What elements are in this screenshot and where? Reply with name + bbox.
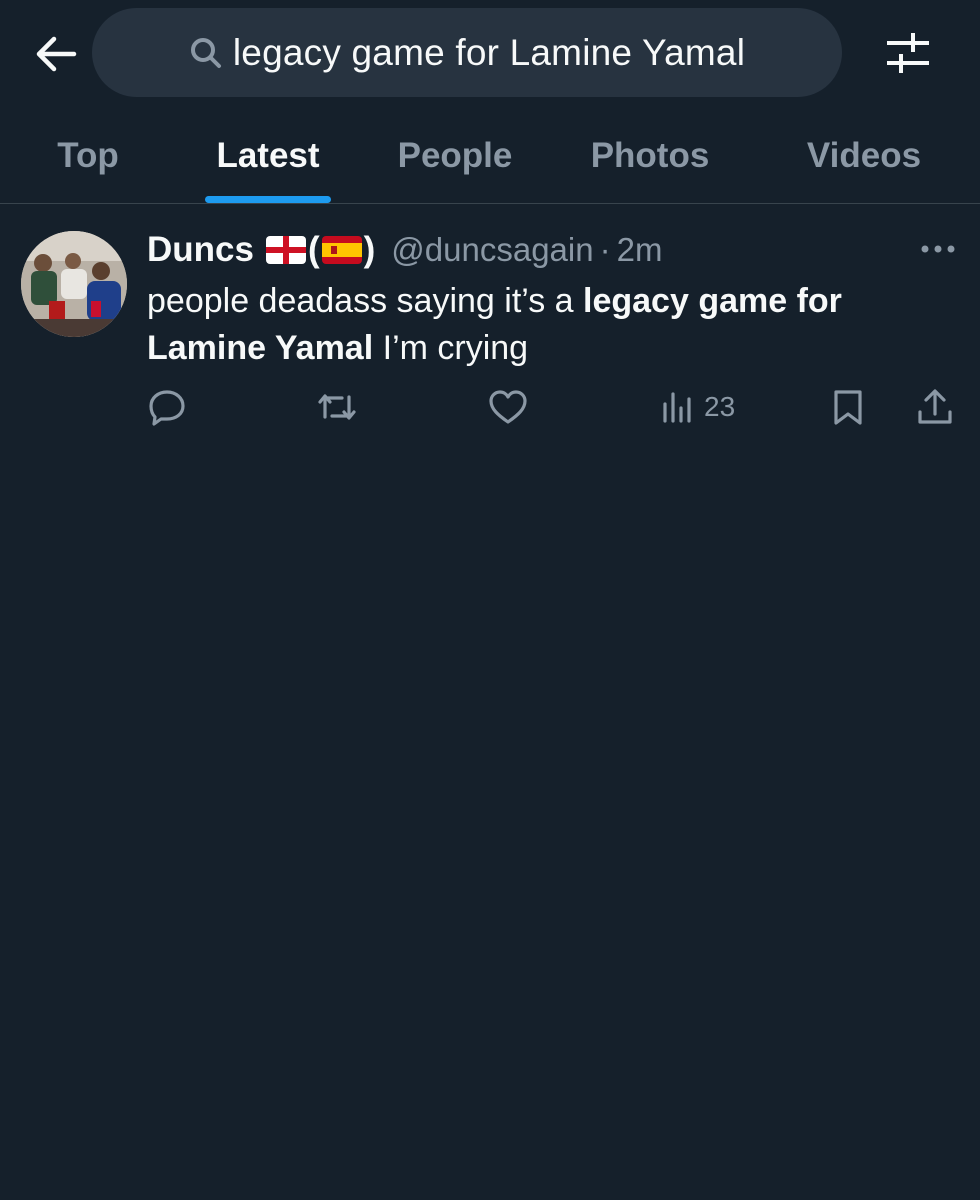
paren-close: ) — [363, 230, 376, 269]
tab-label: Top — [57, 135, 119, 175]
reply-icon — [149, 390, 185, 426]
more-button[interactable] — [918, 234, 958, 264]
analytics-icon — [663, 392, 691, 423]
heart-icon — [489, 390, 527, 424]
spain-flag-icon — [321, 236, 362, 264]
retweet-button[interactable] — [316, 382, 358, 432]
england-flag-icon — [265, 236, 306, 264]
retweet-icon — [318, 394, 356, 420]
tab-people[interactable]: People — [385, 108, 525, 203]
tweet-time[interactable]: 2m — [617, 231, 663, 269]
tweet-text-before: people deadass saying it’s a — [147, 282, 584, 320]
search-query: legacy game for Lamine Yamal — [232, 31, 746, 73]
tweet-text: people deadass saying it’s a legacy game… — [147, 278, 947, 372]
tab-label: Photos — [590, 135, 710, 175]
tweet-actions: 23 — [0, 382, 980, 432]
share-icon — [918, 389, 952, 424]
tab-videos[interactable]: Videos — [790, 108, 938, 203]
share-button[interactable] — [916, 382, 954, 432]
back-button[interactable] — [30, 30, 82, 78]
more-horizontal-icon — [921, 245, 955, 253]
search-header: legacy game for Lamine Yamal — [0, 0, 980, 108]
tab-label: Latest — [216, 135, 320, 175]
search-icon — [189, 35, 225, 71]
display-name[interactable]: Duncs — [147, 230, 254, 270]
tab-photos[interactable]: Photos — [575, 108, 725, 203]
name-emoji: ( ) — [265, 230, 377, 270]
app: legacy game for Lamine Yamal Top Latest … — [0, 0, 980, 1200]
bookmark-button[interactable] — [832, 382, 864, 432]
tab-label: Videos — [806, 135, 922, 175]
avatar[interactable] — [21, 231, 127, 337]
tab-label: People — [397, 135, 513, 175]
bookmark-icon — [834, 390, 862, 425]
views-button[interactable]: 23 — [660, 382, 735, 432]
tweet[interactable]: Duncs ( ) @duncsagain · 2m people deadas… — [0, 204, 980, 454]
filter-button[interactable] — [882, 28, 934, 78]
tweet-text-after: I’m crying — [373, 329, 529, 367]
paren-open: ( — [307, 230, 320, 269]
search-tabs: Top Latest People Photos Videos — [0, 108, 980, 204]
tweet-header: Duncs ( ) @duncsagain · 2m — [147, 226, 662, 274]
filter-sliders-icon — [887, 33, 929, 73]
arrow-left-icon — [36, 36, 77, 72]
tab-top[interactable]: Top — [28, 108, 148, 203]
views-count: 23 — [704, 391, 736, 422]
reply-button[interactable] — [148, 382, 186, 432]
active-tab-indicator — [205, 196, 331, 203]
like-button[interactable] — [488, 382, 528, 432]
tab-latest[interactable]: Latest — [198, 108, 338, 203]
user-handle[interactable]: @duncsagain — [391, 231, 593, 269]
separator-dot: · — [599, 231, 611, 268]
search-input[interactable]: legacy game for Lamine Yamal — [92, 8, 842, 97]
